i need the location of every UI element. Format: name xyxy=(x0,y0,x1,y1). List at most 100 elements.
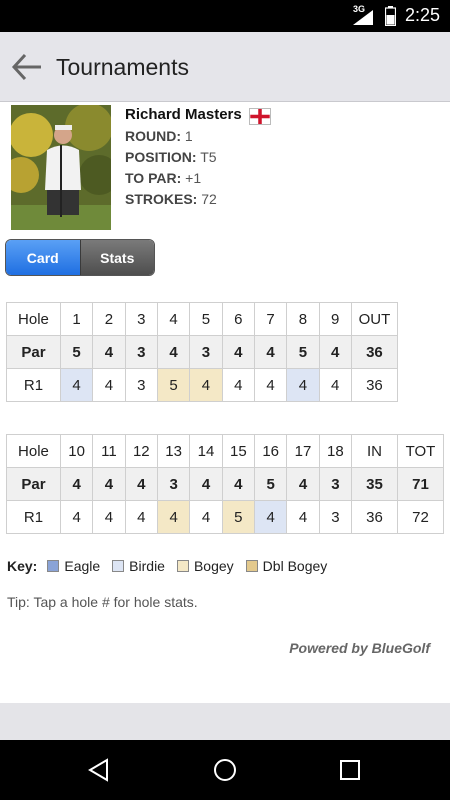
hole-number[interactable]: 4 xyxy=(156,302,191,336)
score-cell: 4 xyxy=(189,500,223,534)
par-cell: 4 xyxy=(221,467,256,501)
par-cell: 4 xyxy=(221,335,255,369)
back-nine-scorecard: Hole 10 11 12 13 14 15 16 17 18 IN TOT P… xyxy=(6,434,445,534)
par-cell: 3 xyxy=(189,335,223,369)
tot-label: TOT xyxy=(396,434,445,468)
score-tot: 72 xyxy=(396,500,445,534)
par-cell: 5 xyxy=(59,335,94,369)
par-row: Par 5 4 3 4 3 4 4 5 4 36 xyxy=(6,335,399,369)
key-dbl-bogey: Dbl Bogey xyxy=(245,558,328,574)
key-label: Key: xyxy=(7,558,38,574)
score-cell: 5 xyxy=(221,500,256,534)
score-cell: 4 xyxy=(92,368,126,402)
par-cell: 4 xyxy=(318,335,352,369)
hole-number[interactable]: 3 xyxy=(124,302,158,336)
score-cell: 4 xyxy=(59,500,94,534)
view-toggle: Card Stats xyxy=(5,239,155,276)
score-cell: 4 xyxy=(156,500,191,534)
par-cell: 3 xyxy=(124,335,158,369)
par-tot: 71 xyxy=(396,467,445,501)
score-in: 36 xyxy=(351,500,398,534)
hole-number[interactable]: 13 xyxy=(156,434,191,468)
hole-number[interactable]: 12 xyxy=(124,434,158,468)
tip-text: Tip: Tap a hole # for hole stats. xyxy=(7,594,198,610)
hole-number[interactable]: 16 xyxy=(253,434,288,468)
hole-number[interactable]: 7 xyxy=(253,302,288,336)
page-title: Tournaments xyxy=(56,54,189,80)
score-cell: 4 xyxy=(253,500,288,534)
score-cell: 5 xyxy=(156,368,191,402)
system-nav-bar xyxy=(0,740,450,800)
status-bar: 3G 2:25 xyxy=(0,0,450,32)
bogey-swatch xyxy=(176,560,189,572)
par-cell: 4 xyxy=(156,335,191,369)
par-cell: 4 xyxy=(92,335,126,369)
hole-label: Hole xyxy=(6,434,61,468)
key-dbl-bogey-label: Dbl Bogey xyxy=(262,558,328,574)
key-birdie: Birdie xyxy=(112,558,165,574)
score-cell: 4 xyxy=(189,368,223,402)
r1-row: R1 4 4 4 4 4 5 4 4 3 36 72 xyxy=(6,500,445,534)
player-name: Richard Masters xyxy=(125,106,242,123)
hole-number[interactable]: 6 xyxy=(221,302,255,336)
hole-number[interactable]: 2 xyxy=(92,302,126,336)
hole-number[interactable]: 18 xyxy=(318,434,353,468)
par-cell: 5 xyxy=(286,335,320,369)
par-cell: 3 xyxy=(318,467,353,501)
score-cell: 4 xyxy=(59,368,94,402)
app-bar: Tournaments xyxy=(0,32,450,102)
position-value: T5 xyxy=(200,149,217,165)
hole-number[interactable]: 1 xyxy=(59,302,94,336)
round-value: 1 xyxy=(184,128,193,144)
hole-number[interactable]: 17 xyxy=(286,434,320,468)
par-in: 35 xyxy=(351,467,398,501)
par-cell: 4 xyxy=(253,335,288,369)
signal-icon xyxy=(353,10,373,25)
r1-label: R1 xyxy=(6,500,61,534)
par-cell: 4 xyxy=(286,467,320,501)
out-label: OUT xyxy=(350,302,399,336)
hole-row: Hole 1 2 3 4 5 6 7 8 9 OUT xyxy=(6,302,399,336)
par-cell: 4 xyxy=(189,467,223,501)
hole-number[interactable]: 8 xyxy=(286,302,320,336)
par-cell: 4 xyxy=(92,467,126,501)
tab-stats[interactable]: Stats xyxy=(80,240,154,275)
home-nav-icon[interactable] xyxy=(213,758,237,782)
r1-row: R1 4 4 3 5 4 4 4 4 4 36 xyxy=(6,368,399,402)
back-nav-icon[interactable] xyxy=(87,758,111,782)
strokes-value: 72 xyxy=(201,191,217,207)
par-label: Par xyxy=(6,467,61,501)
par-cell: 5 xyxy=(253,467,288,501)
hole-number[interactable]: 11 xyxy=(92,434,126,468)
to-par-row: TO PAR: +1 xyxy=(125,170,202,186)
key-eagle-label: Eagle xyxy=(64,558,101,574)
strokes-row: STROKES: 72 xyxy=(125,191,217,207)
hole-number[interactable]: 15 xyxy=(221,434,256,468)
round-row: ROUND: 1 xyxy=(125,128,193,144)
hole-number[interactable]: 10 xyxy=(59,434,94,468)
score-cell: 4 xyxy=(124,500,158,534)
hole-number[interactable]: 5 xyxy=(189,302,223,336)
par-label: Par xyxy=(6,335,61,369)
score-cell: 4 xyxy=(92,500,126,534)
r1-label: R1 xyxy=(6,368,61,402)
key-bogey: Bogey xyxy=(176,558,234,574)
score-cell: 4 xyxy=(221,368,255,402)
hole-number[interactable]: 14 xyxy=(189,434,223,468)
score-cell: 3 xyxy=(124,368,158,402)
tab-card[interactable]: Card xyxy=(6,240,81,275)
powered-by[interactable]: Powered by BlueGolf xyxy=(289,640,430,656)
eagle-swatch xyxy=(47,560,60,572)
recents-nav-icon[interactable] xyxy=(338,758,362,782)
battery-icon xyxy=(385,6,396,26)
color-key: Key: Eagle Birdie Bogey Dbl Bogey xyxy=(7,558,339,574)
key-bogey-label: Bogey xyxy=(193,558,234,574)
score-cell: 4 xyxy=(286,500,320,534)
par-row: Par 4 4 4 3 4 4 5 4 3 35 71 xyxy=(6,467,445,501)
to-par-value: +1 xyxy=(185,170,202,186)
back-arrow-icon[interactable] xyxy=(10,51,44,83)
hole-number[interactable]: 9 xyxy=(318,302,352,336)
score-cell: 4 xyxy=(253,368,288,402)
par-cell: 4 xyxy=(59,467,94,501)
par-cell: 4 xyxy=(124,467,158,501)
